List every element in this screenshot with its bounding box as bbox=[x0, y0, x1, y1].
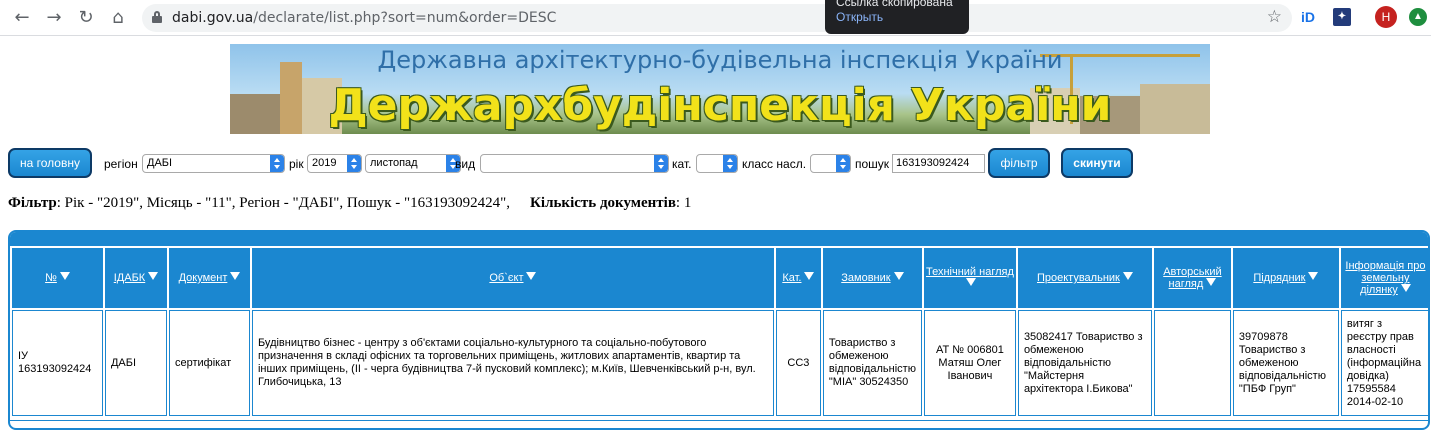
header-designer[interactable]: Проектувальник bbox=[1017, 248, 1152, 308]
banner-subtitle: Державна архітектурно-будівельна інспекц… bbox=[377, 46, 1063, 74]
sort-desc-icon[interactable] bbox=[1308, 272, 1319, 280]
declarations-table: № ІДАБК Документ Об`єкт Кат. Замовник Те… bbox=[8, 230, 1430, 430]
category-select-arrow-icon bbox=[723, 155, 737, 172]
sort-desc-icon[interactable] bbox=[1122, 272, 1133, 280]
filter-summary-text: : Рік - "2019", Місяць - "11", Регіон - … bbox=[56, 195, 511, 211]
link-copied-toast: Ссылка скопирована Открыть bbox=[825, 0, 969, 34]
year-select-value: 2019 bbox=[312, 157, 337, 169]
reset-button[interactable]: скинути bbox=[1061, 148, 1133, 178]
cell-land-info: витяг з реєстру прав власності (інформац… bbox=[1340, 310, 1428, 416]
reload-icon[interactable]: ↻ bbox=[74, 6, 98, 30]
sort-desc-icon[interactable] bbox=[526, 272, 537, 280]
sort-desc-icon[interactable] bbox=[59, 272, 70, 280]
header-document[interactable]: Документ bbox=[168, 248, 250, 308]
update-icon[interactable]: ▲ bbox=[1409, 8, 1427, 26]
class-select-arrow-icon bbox=[836, 155, 850, 172]
home-icon[interactable]: ⌂ bbox=[106, 6, 130, 30]
sort-desc-icon[interactable] bbox=[1206, 278, 1217, 286]
header-number[interactable]: № bbox=[12, 248, 103, 308]
toast-open-link[interactable]: Открыть bbox=[836, 10, 969, 24]
filter-summary: Фільтр: Рік - "2019", Місяць - "11", Рег… bbox=[8, 195, 691, 212]
back-icon[interactable]: ← bbox=[10, 6, 34, 30]
site-banner: Державна архітектурно-будівельна інспекц… bbox=[230, 44, 1210, 134]
year-select-arrow-icon bbox=[347, 155, 361, 172]
header-contractor[interactable]: Підрядник bbox=[1232, 248, 1339, 308]
header-category[interactable]: Кат. bbox=[775, 248, 821, 308]
home-button[interactable]: на головну bbox=[8, 148, 92, 178]
address-bar[interactable]: dabi.gov.ua/declarate/list.php?sort=num&… bbox=[142, 4, 1292, 32]
table-row: ІУ 163193092424 ДАБІ сертифікат Будівниц… bbox=[12, 310, 1428, 416]
region-label: регіон bbox=[104, 157, 138, 171]
header-author-supervision[interactable]: Авторський нагляд bbox=[1153, 248, 1231, 308]
url-path: /declarate/list.php?sort=num&order=DESC bbox=[253, 10, 557, 26]
cell-designer: 35082417 Товариство з обмеженою відповід… bbox=[1017, 310, 1152, 416]
banner-title: Держархбудінспекція України bbox=[328, 80, 1112, 131]
sort-desc-icon[interactable] bbox=[148, 272, 159, 280]
type-select[interactable] bbox=[480, 154, 669, 173]
lock-icon[interactable] bbox=[152, 11, 162, 23]
forward-icon[interactable]: → bbox=[42, 6, 66, 30]
cell-contractor: 39709878 Товариство з обмеженою відповід… bbox=[1232, 310, 1339, 416]
extension-icon[interactable]: ✦ bbox=[1333, 8, 1351, 26]
year-label: рік bbox=[289, 157, 304, 171]
region-select[interactable]: ДАБІ bbox=[142, 154, 285, 173]
bookmark-star-icon[interactable]: ☆ bbox=[1267, 7, 1282, 27]
table-header-row: № ІДАБК Документ Об`єкт Кат. Замовник Те… bbox=[12, 248, 1428, 308]
header-land-info[interactable]: Інформація про земельну ділянку bbox=[1340, 248, 1428, 308]
document-count-label: Кількість документів bbox=[530, 195, 676, 211]
sort-desc-icon[interactable] bbox=[804, 272, 815, 280]
url-host: dabi.gov.ua bbox=[172, 10, 254, 26]
cell-author-supervision bbox=[1153, 310, 1231, 416]
id-extension-icon[interactable]: iD bbox=[1299, 8, 1317, 26]
document-count-value: : 1 bbox=[675, 195, 692, 211]
class-select[interactable] bbox=[810, 154, 851, 173]
category-label: кат. bbox=[672, 157, 692, 171]
year-select[interactable]: 2019 bbox=[307, 154, 362, 173]
profile-avatar[interactable]: H bbox=[1375, 6, 1397, 28]
cell-category: СС3 bbox=[775, 310, 821, 416]
url-text[interactable]: dabi.gov.ua/declarate/list.php?sort=num&… bbox=[172, 10, 556, 26]
filter-button[interactable]: фільтр bbox=[988, 148, 1050, 178]
cell-document: сертифікат bbox=[168, 310, 250, 416]
header-object[interactable]: Об`єкт bbox=[251, 248, 774, 308]
class-label: класс насл. bbox=[742, 157, 807, 171]
type-label: вид bbox=[455, 157, 476, 171]
search-input[interactable]: 163193092424 bbox=[892, 154, 985, 173]
header-customer[interactable]: Замовник bbox=[822, 248, 922, 308]
sort-desc-icon[interactable] bbox=[1400, 284, 1411, 292]
browser-toolbar: ← → ↻ ⌂ dabi.gov.ua/declarate/list.php?s… bbox=[0, 0, 1431, 36]
toast-title: Ссылка скопирована bbox=[836, 0, 953, 9]
header-tech-supervision[interactable]: Технічний нагляд bbox=[923, 248, 1016, 308]
search-label: пошук bbox=[855, 157, 890, 171]
sort-desc-icon[interactable] bbox=[893, 272, 904, 280]
category-select[interactable] bbox=[696, 154, 738, 173]
region-select-value: ДАБІ bbox=[147, 157, 173, 169]
sort-desc-icon[interactable] bbox=[230, 272, 241, 280]
sort-desc-icon[interactable] bbox=[966, 278, 977, 286]
filter-summary-label: Фільтр bbox=[8, 195, 57, 211]
month-select-value: листопад bbox=[370, 157, 418, 169]
cell-number: ІУ 163193092424 bbox=[12, 310, 103, 416]
cell-object: Будівництво бізнес - центру з об'єктами … bbox=[251, 310, 774, 416]
header-idabk[interactable]: ІДАБК bbox=[104, 248, 167, 308]
cell-idabk: ДАБІ bbox=[104, 310, 167, 416]
cell-tech-supervision: АТ № 006801 Матяш Олег Іванович bbox=[923, 310, 1016, 416]
type-select-arrow-icon bbox=[654, 155, 668, 172]
month-select[interactable]: листопад bbox=[365, 154, 461, 173]
region-select-arrow-icon bbox=[270, 155, 284, 172]
cell-customer: Товариство з обмеженою відповідальністю … bbox=[822, 310, 922, 416]
